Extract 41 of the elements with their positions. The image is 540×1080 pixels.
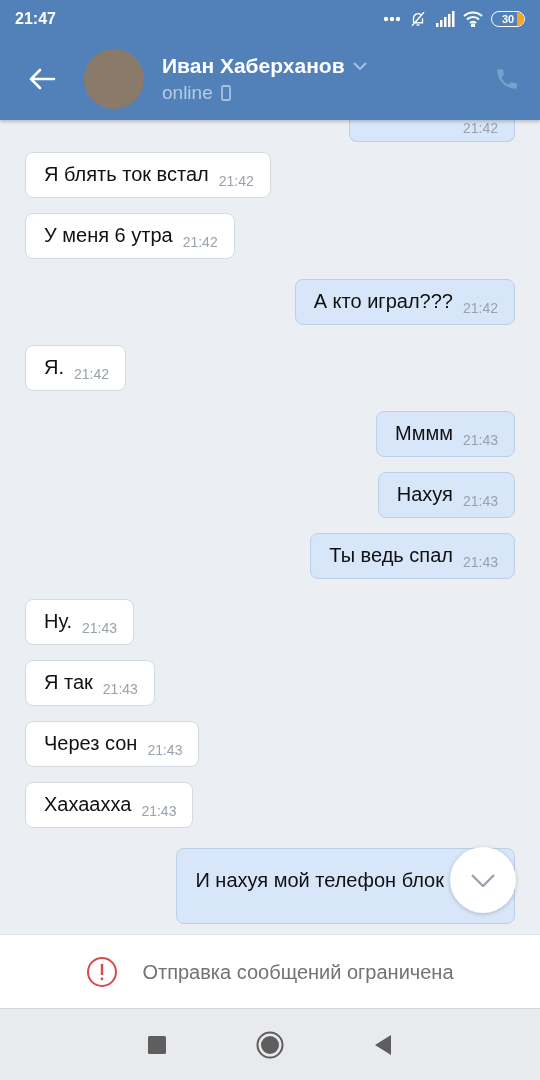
message-time: 21:42: [182, 234, 218, 250]
back-icon[interactable]: [374, 1033, 392, 1056]
message-text: Хахаахха: [44, 792, 132, 817]
contact-name[interactable]: Иван Хаберханов: [162, 53, 345, 79]
message-text: Ты ведь спал: [329, 543, 453, 568]
phone-device-icon: [220, 85, 231, 101]
message-time: 21:43: [147, 742, 183, 758]
avatar-photo-placeholder: [84, 49, 144, 109]
message-text: И нахуя мой телефон блок: [195, 869, 444, 891]
message-time: 21:42: [74, 366, 110, 382]
clock-text: 21:47: [15, 9, 56, 29]
warning-icon: [86, 955, 119, 988]
more-dots-icon: [383, 16, 401, 22]
message-time: 21:43: [462, 432, 498, 448]
message-time: 21:42: [462, 120, 498, 136]
recent-apps-icon[interactable]: [148, 1035, 166, 1054]
message-text: Я так: [44, 670, 93, 695]
notice-text: Отправка сообщений ограничена: [142, 959, 454, 985]
chevron-down-icon: [471, 873, 495, 887]
message-time: 21:43: [141, 803, 177, 819]
chevron-down-icon[interactable]: [352, 62, 367, 70]
message-text: Ну.: [44, 609, 72, 634]
wifi-icon: [463, 11, 483, 27]
message-text: А кто играл???: [313, 289, 453, 314]
message-text: Я.: [44, 355, 64, 380]
message-text: Через сон: [44, 731, 138, 756]
message-time: 21:42: [218, 173, 254, 189]
message-text: У меня 6 утра: [44, 223, 173, 248]
muted-bell-icon: [409, 10, 427, 28]
message-time: 21:42: [462, 300, 498, 316]
message-time: 21:43: [462, 554, 498, 570]
back-arrow-icon[interactable]: [28, 67, 56, 91]
message-time: 21:43: [462, 493, 498, 509]
message-time: 21:43: [82, 620, 118, 636]
home-icon[interactable]: [256, 1030, 284, 1059]
online-status: online: [162, 81, 213, 105]
message-text: Нахуя: [396, 482, 453, 507]
signal-icon: [435, 11, 455, 27]
message-text: Мммм: [395, 421, 453, 446]
message-time: 21:43: [102, 681, 138, 697]
message-text: Я блять ток встал: [44, 162, 209, 187]
